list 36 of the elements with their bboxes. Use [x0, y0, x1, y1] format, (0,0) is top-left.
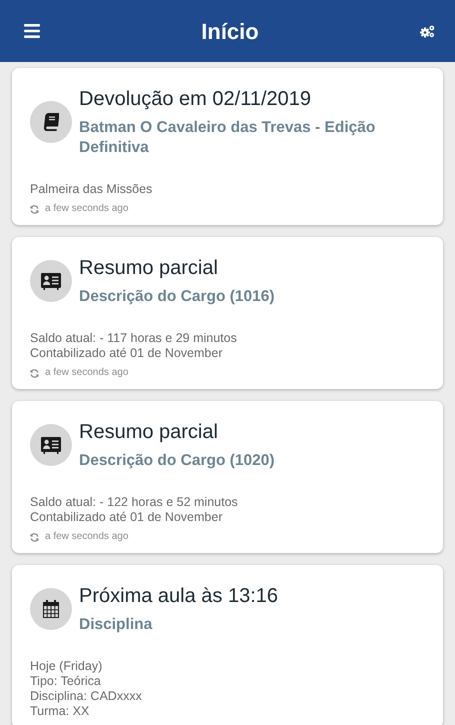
detail-text: Hoje (Friday): [30, 659, 104, 674]
card-subtitle: Descrição do Cargo (1016): [79, 287, 275, 307]
refresh-icon: [30, 204, 39, 214]
menu-button[interactable]: [24, 24, 40, 38]
card-title: Próxima aula às 13:16: [79, 584, 278, 609]
timestamp: a few seconds ago: [45, 366, 128, 380]
card-subtitle: Disciplina: [79, 615, 154, 635]
detail-text: Saldo atual: - 117 horas e 29 minutos: [30, 331, 238, 346]
card-background[interactable]: Devolução em 02/11/2019 Batman O Cavaleiro das Trevas - Edição Definitiva Palmeira das Missões a few seconds ago: [12, 68, 443, 225]
card-background[interactable]: Próxima aula às 13:16 Disciplina Hoje (Friday) Tipo: Teórica Disciplina: CADxxxx Turma: XX: [12, 565, 443, 725]
book-icon: [43, 113, 59, 131]
detail-text: Contabilizado até 01 de November: [30, 346, 224, 361]
card-subtitle: Batman O Cavaleiro das Trevas - Edição Definitiva: [79, 118, 376, 158]
page-title: Início: [201, 18, 259, 46]
detail-text: Saldo atual: - 122 horas e 52 minutos: [30, 495, 239, 510]
detail-text: Disciplina: CADxxxx: [30, 689, 143, 704]
refresh-icon: [30, 532, 39, 542]
menu-icon: [24, 24, 40, 38]
card-background[interactable]: Resumo parcial Descrição do Cargo (1016) Saldo atual: - 117 horas e 29 minutos Contabilizado até 01 de November a few seconds ago: [12, 237, 443, 389]
settings-icon: [420, 24, 435, 38]
timestamp: a few seconds ago: [45, 530, 128, 544]
card-subtitle: Descrição do Cargo (1020): [79, 451, 275, 471]
refresh-icon: [30, 368, 39, 378]
detail-text: Palmeira das Missões: [30, 182, 154, 197]
settings-button[interactable]: [420, 24, 435, 38]
detail-text: Contabilizado até 01 de November: [30, 510, 224, 525]
detail-text: Tipo: Teórica: [30, 674, 102, 689]
detail-text: Turma: XX: [30, 704, 90, 719]
id-card-icon: [41, 272, 61, 290]
id-card-icon: [41, 436, 61, 454]
card-title: Devolução em 02/11/2019: [79, 87, 312, 112]
card-title: Resumo parcial: [79, 420, 219, 445]
timestamp: a few seconds ago: [45, 202, 128, 216]
card-title: Resumo parcial: [79, 256, 219, 281]
card-background[interactable]: Resumo parcial Descrição do Cargo (1020) Saldo atual: - 122 horas e 52 minutos Contabilizado até 01 de November a few seconds ago: [12, 401, 443, 553]
calendar-icon: [43, 600, 59, 618]
